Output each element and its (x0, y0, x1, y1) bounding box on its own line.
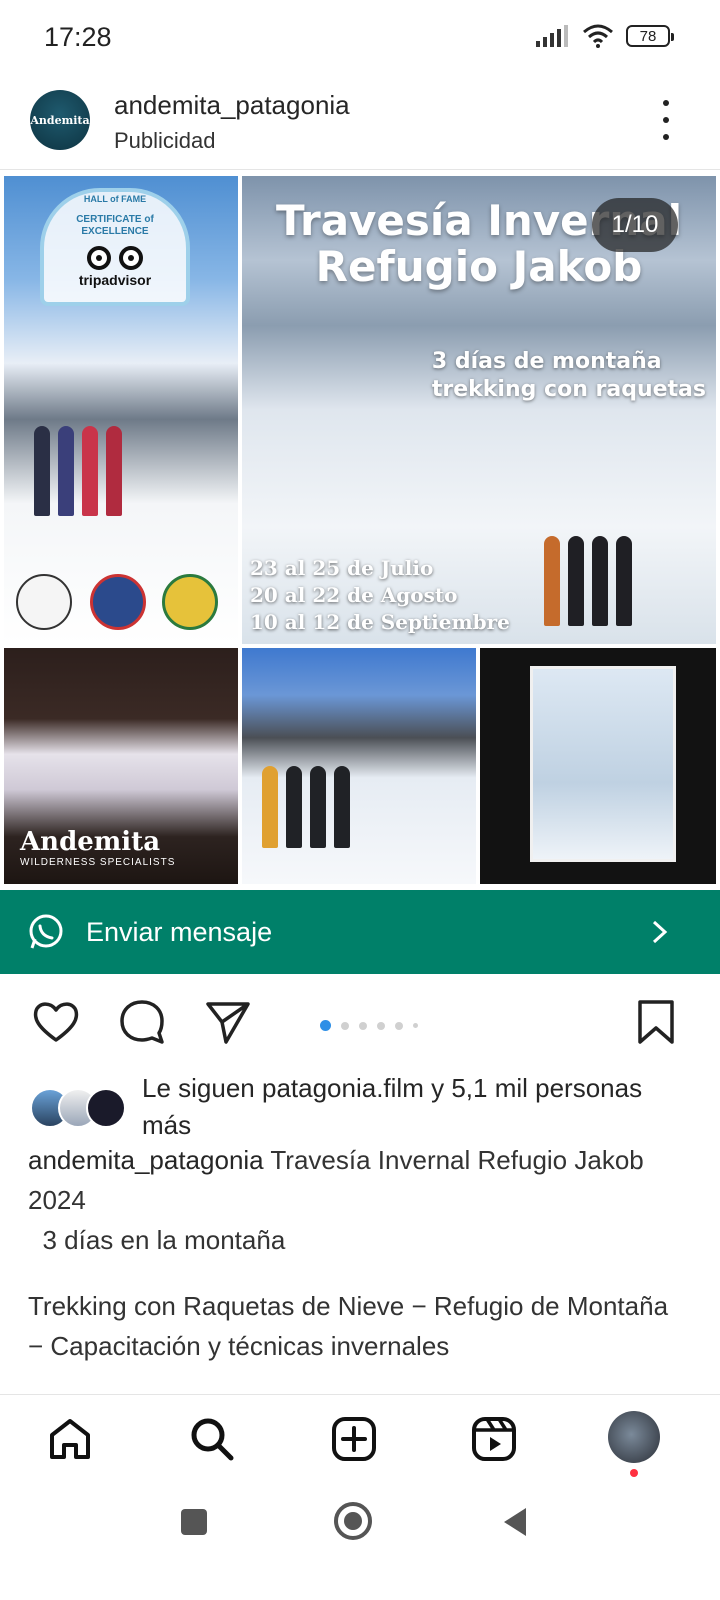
carousel-dot (377, 1021, 385, 1030)
send-message-button[interactable]: Enviar mensaje (0, 890, 720, 974)
system-navigation-bar (0, 1486, 720, 1600)
carousel-dot (413, 1023, 418, 1028)
signal-icon (536, 25, 568, 47)
tripadvisor-badge: HALL of FAME CERTIFICATE of EXCELLENCE t… (40, 188, 190, 306)
logo-wordmark: Andemita (20, 827, 161, 857)
hikers-group (34, 426, 122, 516)
banner-subtitle: 3 días de montaña trekking con raquetas (432, 348, 706, 404)
home-icon[interactable] (46, 1415, 94, 1463)
battery-icon: 78 (626, 25, 674, 47)
send-message-label: Enviar mensaje (86, 916, 273, 947)
caption-line-3: Trekking con Raquetas de Nieve − Refugio… (28, 1291, 669, 1361)
badge-hall-of-fame: HALL of FAME (83, 194, 147, 204)
photo-snowshoe-group (242, 648, 476, 884)
create-post-icon[interactable] (330, 1415, 378, 1463)
carousel-dot-active (320, 1020, 331, 1031)
back-icon[interactable] (498, 1504, 530, 1540)
carousel-counter: 1/10 (592, 198, 678, 252)
post-header: Andemita andemita_patagonia Publicidad (0, 82, 720, 170)
status-time: 17:28 (44, 22, 112, 52)
battery-level: 78 (639, 27, 657, 45)
recent-apps-icon[interactable] (178, 1506, 210, 1538)
follower-account-link[interactable]: patagonia.film (262, 1073, 424, 1103)
more-options-icon[interactable] (656, 100, 676, 140)
share-send-icon[interactable] (202, 996, 254, 1048)
search-icon[interactable] (188, 1415, 236, 1463)
home-button-icon[interactable] (332, 1500, 374, 1542)
followers-text: Le siguen patagonia.film y 5,1 mil perso… (142, 1070, 682, 1144)
bottom-navigation (0, 1394, 720, 1482)
caption-line-2: 3 días en la montaña (28, 1225, 286, 1255)
follower-avatar (86, 1088, 126, 1128)
wifi-icon (583, 24, 613, 48)
park-seal-icon (162, 574, 218, 630)
status-icons: 78 (536, 24, 674, 48)
snowshoe-hikers (262, 766, 350, 848)
reels-icon[interactable] (470, 1415, 518, 1463)
hikers-silhouettes (544, 536, 632, 626)
date-august: 20 al 22 de Agosto (250, 583, 458, 607)
tripadvisor-owl-icon (85, 244, 145, 270)
bookmark-icon[interactable] (630, 996, 682, 1048)
partner-logos (16, 574, 226, 634)
caption-username[interactable]: andemita_patagonia (28, 1145, 264, 1175)
banner-dates: 23 al 25 de Julio 20 al 22 de Agosto 10 … (250, 555, 510, 636)
photo-snowy-window (480, 648, 716, 884)
date-september: 10 al 12 de Septiembre (250, 610, 510, 634)
post-caption: andemita_patagonia Travesía Invernal Ref… (28, 1140, 688, 1260)
banner-subtitle-line-1: 3 días de montaña (431, 349, 662, 374)
account-username[interactable]: andemita_patagonia (114, 90, 350, 121)
banner-subtitle-line-2: trekking con raquetas (431, 377, 706, 402)
post-media[interactable]: HALL of FAME CERTIFICATE of EXCELLENCE t… (0, 172, 720, 888)
badge-line-2: EXCELLENCE (81, 226, 149, 237)
date-july: 23 al 25 de Julio (250, 556, 434, 580)
notification-dot (630, 1469, 638, 1477)
photo-tripadvisor-group: HALL of FAME CERTIFICATE of EXCELLENCE t… (4, 176, 238, 644)
avatar-logo-text: Andemita (30, 113, 90, 127)
comment-icon[interactable] (116, 996, 168, 1048)
account-avatar[interactable]: Andemita (30, 90, 90, 150)
logo-tagline: WILDERNESS SPECIALISTS (20, 857, 176, 868)
chevron-right-icon (652, 920, 668, 944)
badge-line-1: CERTIFICATE of (76, 214, 154, 225)
carousel-dot (395, 1021, 403, 1030)
carousel-dot (341, 1021, 349, 1030)
carousel-dots (320, 1020, 418, 1031)
followers-prefix: Le siguen (142, 1073, 262, 1103)
badge-brand: tripadvisor (78, 272, 152, 288)
carousel-dot (359, 1021, 367, 1030)
status-bar: 17:28 78 (0, 0, 720, 78)
whatsapp-icon (29, 914, 63, 949)
sponsored-label: Publicidad (114, 128, 216, 153)
post-actions (0, 990, 720, 1060)
andemita-logo: Andemita WILDERNESS SPECIALISTS (20, 827, 175, 868)
association-seal-icon (90, 574, 146, 630)
photo-refuge-interior: Andemita WILDERNESS SPECIALISTS (4, 648, 238, 884)
profile-avatar[interactable] (608, 1411, 660, 1463)
guides-logo-icon (16, 574, 72, 630)
window-view (530, 666, 676, 862)
like-heart-icon[interactable] (30, 996, 82, 1048)
